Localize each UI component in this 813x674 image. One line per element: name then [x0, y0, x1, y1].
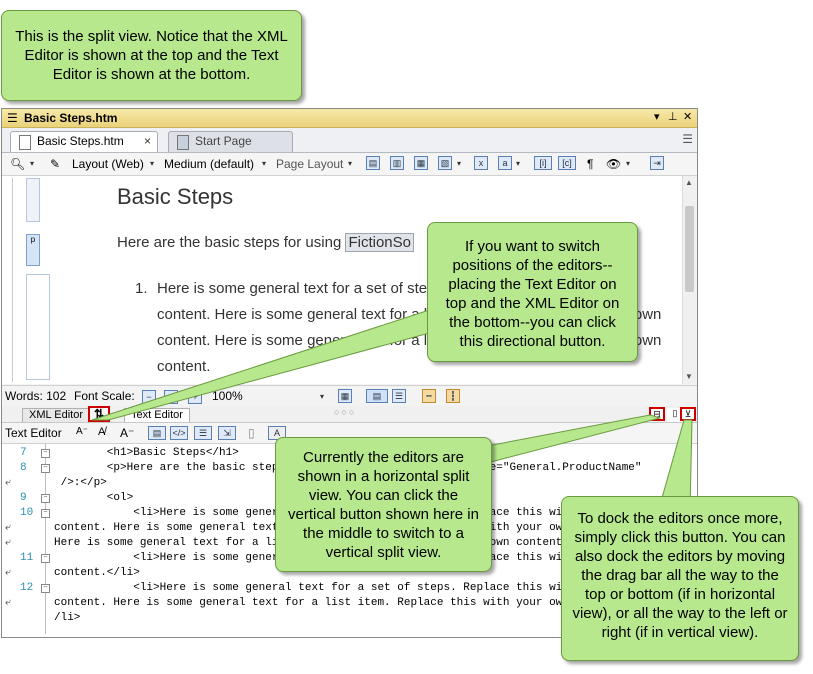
callout-vertical-split: Currently the editors are shown in a hor…: [275, 437, 492, 572]
callout-dock-editors: To dock the editors once more, simply cl…: [561, 496, 799, 661]
callout-switch-positions: If you want to switch positions of the e…: [427, 222, 638, 362]
pointer-switch: [91, 299, 471, 421]
callout-split-view: This is the split view. Notice that the …: [1, 10, 302, 101]
